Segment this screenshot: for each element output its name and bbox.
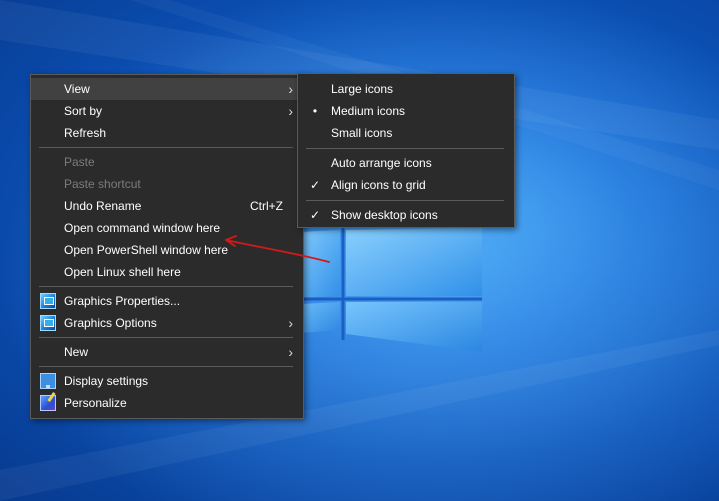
menu-item-label: Display settings — [64, 374, 149, 388]
menu-item-label: Graphics Options — [64, 316, 157, 330]
menu-item-label: Undo Rename — [64, 199, 142, 213]
menu-item-label: View — [64, 82, 90, 96]
menu-item-label: Show desktop icons — [331, 208, 438, 222]
personalize-icon — [40, 395, 56, 411]
menu-separator — [39, 337, 293, 338]
menu-item-label: Refresh — [64, 126, 107, 140]
menu-item-refresh[interactable]: Refresh — [31, 122, 303, 144]
menu-item-label: Medium icons — [331, 104, 406, 118]
menu-item-paste: Paste — [31, 151, 303, 173]
menu-separator — [39, 286, 293, 287]
menu-item-open-linux-shell[interactable]: Open Linux shell here — [31, 261, 303, 283]
display-settings-icon — [40, 373, 56, 389]
submenu-arrow-icon: › — [288, 315, 293, 331]
menu-item-label: Personalize — [64, 396, 127, 410]
menu-separator — [39, 366, 293, 367]
menu-separator — [306, 148, 504, 149]
submenu-item-auto-arrange-icons[interactable]: Auto arrange icons — [298, 152, 514, 174]
menu-item-label: Open command window here — [64, 221, 221, 235]
radio-bullet-icon: • — [312, 104, 318, 118]
menu-item-label: Align icons to grid — [331, 178, 426, 192]
checkmark-icon: ✓ — [309, 178, 321, 192]
menu-item-label: Auto arrange icons — [331, 156, 432, 170]
menu-item-label: Graphics Properties... — [64, 294, 181, 308]
menu-item-label: Paste shortcut — [64, 177, 141, 191]
menu-item-open-command-window[interactable]: Open command window here — [31, 217, 303, 239]
intel-graphics-icon — [40, 315, 56, 331]
menu-item-paste-shortcut: Paste shortcut — [31, 173, 303, 195]
submenu-item-medium-icons[interactable]: • Medium icons — [298, 100, 514, 122]
menu-item-open-powershell-window[interactable]: Open PowerShell window here — [31, 239, 303, 261]
menu-item-personalize[interactable]: Personalize — [31, 392, 303, 414]
menu-item-label: Open PowerShell window here — [64, 243, 229, 257]
menu-item-display-settings[interactable]: Display settings — [31, 370, 303, 392]
submenu-item-large-icons[interactable]: Large icons — [298, 78, 514, 100]
submenu-arrow-icon: › — [288, 344, 293, 360]
view-submenu: Large icons • Medium icons Small icons A… — [297, 73, 515, 228]
menu-item-label: Sort by — [64, 104, 103, 118]
menu-item-graphics-properties[interactable]: Graphics Properties... — [31, 290, 303, 312]
menu-item-label: Open Linux shell here — [64, 265, 181, 279]
submenu-arrow-icon: › — [288, 81, 293, 97]
menu-item-view[interactable]: View › — [31, 78, 303, 100]
submenu-item-small-icons[interactable]: Small icons — [298, 122, 514, 144]
menu-item-sort-by[interactable]: Sort by › — [31, 100, 303, 122]
desktop-context-menu: View › Sort by › Refresh Paste Paste sho… — [30, 74, 304, 419]
submenu-item-show-desktop-icons[interactable]: ✓ Show desktop icons — [298, 204, 514, 226]
menu-item-label: New — [64, 345, 89, 359]
menu-item-undo-rename[interactable]: Undo Rename Ctrl+Z — [31, 195, 303, 217]
intel-graphics-icon — [40, 293, 56, 309]
menu-separator — [306, 200, 504, 201]
menu-separator — [39, 147, 293, 148]
menu-item-graphics-options[interactable]: Graphics Options › — [31, 312, 303, 334]
desktop[interactable]: View › Sort by › Refresh Paste Paste sho… — [0, 0, 719, 501]
submenu-arrow-icon: › — [288, 103, 293, 119]
menu-item-new[interactable]: New › — [31, 341, 303, 363]
submenu-item-align-icons-to-grid[interactable]: ✓ Align icons to grid — [298, 174, 514, 196]
keyboard-shortcut: Ctrl+Z — [250, 199, 283, 213]
menu-item-label: Paste — [64, 155, 95, 169]
checkmark-icon: ✓ — [309, 208, 321, 222]
menu-item-label: Small icons — [331, 126, 393, 140]
menu-item-label: Large icons — [331, 82, 394, 96]
